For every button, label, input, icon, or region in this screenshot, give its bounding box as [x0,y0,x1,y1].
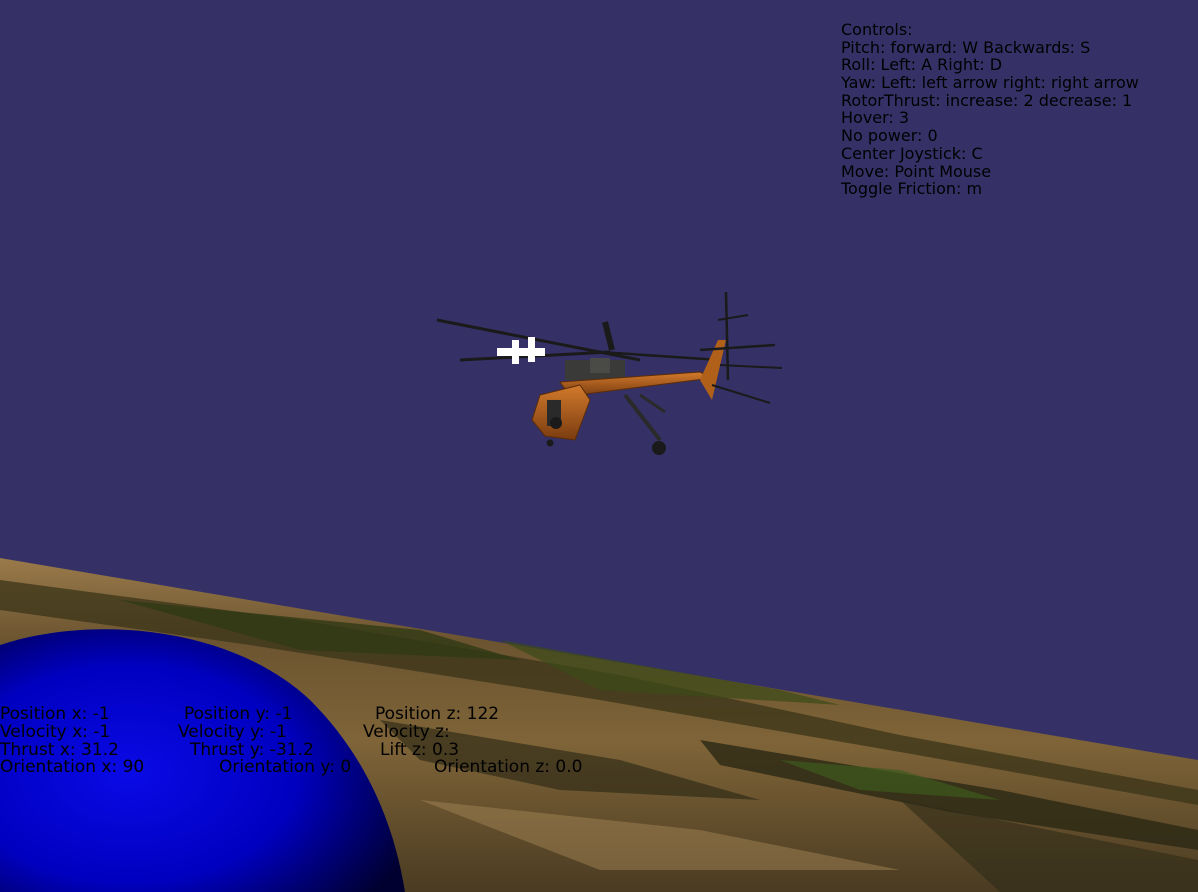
control-move: Move: Point Mouse [841,161,992,181]
velocity-y: Velocity y: -1 [178,721,287,742]
control-no-power: No power: 0 [841,126,938,146]
control-rotor-thrust: RotorThrust: increase: 2 decrease: 1 [841,90,1133,110]
control-toggle-friction: Toggle Friction: m [841,179,983,199]
control-center-joystick: Center Joystick: C [841,143,983,163]
control-hover: Hover: 3 [841,108,910,128]
orientation-z: Orientation z: 0.0 [434,757,583,778]
velocity-z: Velocity z: [363,721,450,742]
control-yaw: Yaw: Left: left arrow right: right arrow [841,73,1139,93]
controls-title: Controls: [841,20,913,39]
controls-panel: Controls: Pitch: forward: W Backwards: S… [841,21,1139,198]
control-roll: Roll: Left: A Right: D [841,55,1003,75]
control-pitch: Pitch: forward: W Backwards: S [841,37,1091,57]
velocity-x: Velocity x: -1 [0,721,111,742]
orientation-y: Orientation y: 0 [219,757,352,778]
orientation-x: Orientation x: 90 [0,757,145,778]
